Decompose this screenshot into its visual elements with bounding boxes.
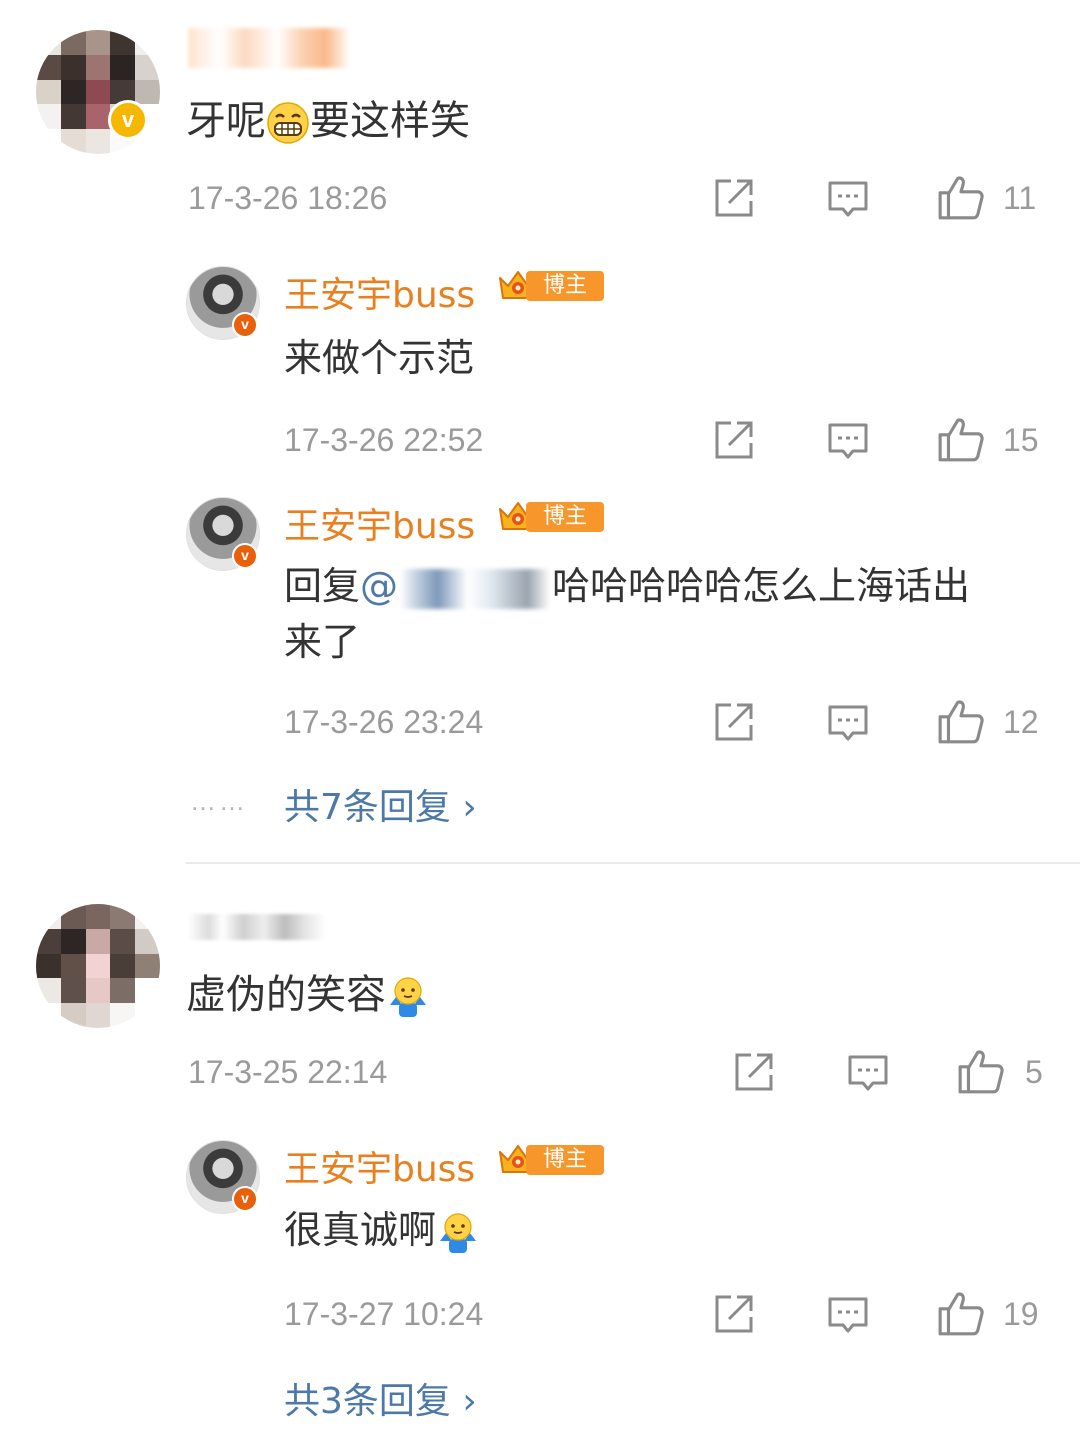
- reply-username[interactable]: 王安宇buss: [284, 1140, 475, 1192]
- reply-timestamp: 17-3-27 10:24: [284, 1296, 484, 1332]
- more-replies-link[interactable]: 共3条回复 ›: [284, 1372, 477, 1424]
- comment-text: 虚伪的笑容: [186, 962, 430, 1020]
- blogger-badge: 博主: [496, 1142, 604, 1176]
- like-count: 12: [1003, 704, 1039, 740]
- verified-badge-icon: v: [232, 312, 258, 338]
- verified-badge-icon: v: [108, 100, 148, 140]
- repost-icon[interactable]: [713, 701, 755, 743]
- username-blurred[interactable]: [188, 28, 350, 68]
- avatar[interactable]: [36, 904, 160, 1028]
- like-count: 15: [1003, 422, 1039, 458]
- verified-badge-icon: v: [232, 543, 258, 569]
- reply-text: 来做个示范: [284, 336, 475, 380]
- mention-name-blurred: [400, 568, 551, 609]
- comment-icon[interactable]: [827, 178, 869, 220]
- shrug-emoji-icon: [386, 975, 430, 1019]
- comment-timestamp: 17-3-25 22:14: [188, 1054, 388, 1090]
- reply-timestamp: 17-3-26 22:52: [284, 422, 484, 458]
- reply-username[interactable]: 王安宇buss: [284, 266, 475, 318]
- like-icon[interactable]: [937, 415, 985, 463]
- repost-icon[interactable]: [713, 177, 755, 219]
- username-blurred[interactable]: [188, 914, 326, 940]
- like-count: 11: [1003, 180, 1037, 216]
- comment-icon[interactable]: [827, 702, 869, 744]
- like-icon[interactable]: [937, 173, 985, 221]
- avatar[interactable]: [36, 30, 160, 154]
- like-count: 5: [1025, 1054, 1043, 1090]
- like-icon[interactable]: [937, 697, 985, 745]
- comment-icon[interactable]: [827, 1294, 869, 1336]
- like-icon[interactable]: [957, 1047, 1005, 1095]
- verified-badge-icon: v: [232, 1186, 258, 1212]
- comment-item: v 牙呢 要这样笑 17-3-26 18:26 11 v 王安宇buss 博主 来…: [0, 0, 1080, 860]
- repost-icon[interactable]: [713, 1293, 755, 1335]
- comment-text: 牙呢 要这样笑: [186, 98, 470, 145]
- like-icon[interactable]: [937, 1289, 985, 1337]
- comment-icon[interactable]: [847, 1052, 889, 1094]
- ellipsis: ……: [190, 786, 248, 816]
- grin-emoji-icon: [266, 101, 310, 145]
- repost-icon[interactable]: [713, 419, 755, 461]
- reply-text: 回复@ 哈哈哈哈哈怎么上海话出 来了: [284, 564, 971, 664]
- comment-item: 虚伪的笑容 17-3-25 22:14 5 v 王安宇buss 博主 很真诚啊 …: [0, 864, 1080, 1454]
- blogger-badge: 博主: [496, 499, 604, 533]
- reply-text: 很真诚啊: [284, 1202, 480, 1258]
- shrug-emoji-icon: [436, 1211, 480, 1255]
- like-count: 19: [1003, 1296, 1039, 1332]
- more-replies-link[interactable]: 共7条回复 ›: [284, 778, 477, 830]
- repost-icon[interactable]: [733, 1051, 775, 1093]
- comment-icon[interactable]: [827, 420, 869, 462]
- blogger-badge: 博主: [496, 268, 604, 302]
- comment-timestamp: 17-3-26 18:26: [188, 180, 388, 216]
- mention-link[interactable]: @: [360, 564, 552, 609]
- reply-username[interactable]: 王安宇buss: [284, 497, 475, 549]
- reply-timestamp: 17-3-26 23:24: [284, 704, 484, 740]
